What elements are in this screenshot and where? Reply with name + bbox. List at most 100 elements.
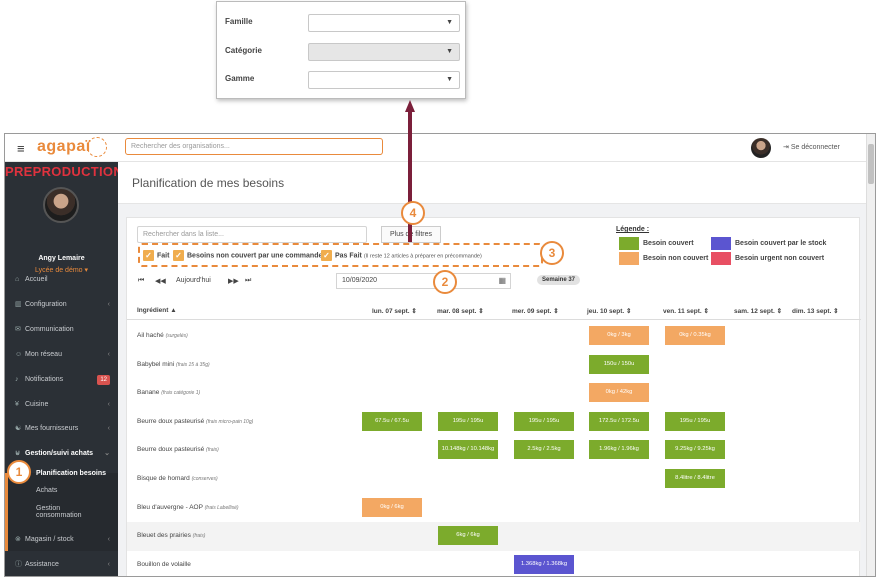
table-row: Beurre doux pasteurisé (frais micro-pain… (127, 408, 861, 437)
app-logo[interactable]: agapaï (37, 138, 91, 156)
ingredient-name[interactable]: Babybel mini (frais 15 à 35g) (137, 361, 210, 368)
next-week-button[interactable]: ▶▶ (228, 277, 239, 285)
column-header-day[interactable]: lun. 07 sept. ⇕ (372, 307, 417, 315)
non-couvert-checkbox[interactable]: ✓ Besoins non couvert par une commande (173, 250, 322, 261)
date-value: 10/09/2020 (342, 277, 378, 284)
ingredient-name[interactable]: Bisque de homard (conserves) (137, 475, 218, 482)
ingredient-name[interactable]: Beurre doux pasteurisé (frais micro-pain… (137, 418, 253, 425)
legend-besoin-couvert: Besoin couvert (619, 237, 694, 250)
sidebar-item-configuration[interactable]: ▥ Configuration ‹ (5, 293, 118, 317)
column-header-day[interactable]: sam. 12 sept. ⇕ (734, 307, 782, 315)
sidebar-item-accueil[interactable]: ⌂ Accueil (5, 268, 118, 292)
logout-link[interactable]: ⇥ Se déconnecter (783, 143, 840, 151)
categorie-label: Catégorie (225, 46, 262, 55)
column-header-day[interactable]: mer. 09 sept. ⇕ (512, 307, 559, 315)
caret-down-icon: ▼ (446, 19, 453, 26)
table-row: Banane (frais catégorie 1) 0kg / 42kg (127, 379, 861, 408)
sidebar-item-cuisine[interactable]: ¥ Cuisine ‹ (5, 393, 118, 417)
callout-4: 4 (401, 201, 425, 225)
cutlery-icon: ¥ (15, 401, 19, 408)
table-row: Beurre doux pasteurisé (frais) 10.148kg /… (127, 436, 861, 465)
column-header-day[interactable]: mar. 08 sept. ⇕ (437, 307, 484, 315)
need-cell[interactable]: 150u / 150u (589, 354, 649, 374)
need-cell[interactable]: 0kg / 0.35kg (665, 326, 725, 345)
more-filters-panel: Famille ▼ Catégorie ▼ Gamme ▼ (216, 1, 466, 99)
need-cell[interactable]: 1.96kg / 1.96kg (589, 440, 649, 460)
ingredient-name[interactable]: Bleu d'auvergne - AOP (frais Labellisé) (137, 504, 239, 511)
need-cell[interactable]: 195u / 195u (438, 411, 498, 431)
ingredient-name[interactable]: Banane (frais catégorie 1) (137, 389, 200, 396)
ingredient-label: Bouillon de volaille (137, 560, 191, 568)
sidebar-item-label: Communication (25, 326, 74, 333)
callout-3: 3 (540, 241, 564, 265)
sidebar-item-notifications[interactable]: ♪ Notifications 12 (5, 368, 118, 392)
legend-besoin-urgent: Besoin urgent non couvert (711, 252, 824, 265)
column-header-day[interactable]: ven. 11 sept. ⇕ (663, 307, 709, 315)
sidebar-subitem-gestion-consommation[interactable]: Gestion consommation (5, 505, 85, 519)
ingredient-note: (frais catégorie 1) (161, 390, 201, 397)
ingredient-name[interactable]: Bleuet des prairies (frais) (137, 532, 205, 539)
user-avatar[interactable] (751, 138, 771, 158)
topbar: ≡ agapaï Rechercher des organisations...… (5, 134, 867, 162)
chevron-left-icon: ‹ (107, 425, 110, 432)
first-week-button[interactable]: ⏮ (138, 277, 144, 285)
need-cell[interactable]: 0kg / 3kg (589, 326, 649, 345)
ingredient-note: (conserves) (191, 476, 218, 482)
date-input[interactable]: 10/09/2020 ▦ (336, 273, 511, 289)
handshake-icon: ☯ (15, 425, 22, 432)
profile-avatar[interactable] (43, 187, 79, 223)
planning-card: Rechercher dans la liste... Plus de filt… (126, 217, 861, 576)
pas-fait-checkbox[interactable]: ✓ Pas Fait (Il reste 12 articles à prépar… (321, 250, 482, 261)
sidebar-item-magasin-stock[interactable]: ⊗ Magasin / stock ‹ (5, 528, 118, 552)
legend-label: Besoin non couvert (643, 255, 709, 262)
need-cell[interactable]: 2.5kg / 2.5kg (514, 440, 574, 460)
need-cell[interactable]: 6kg / 6kg (438, 526, 498, 546)
previous-week-button[interactable]: ◀◀ (155, 277, 166, 285)
gamme-select[interactable]: ▼ (308, 71, 460, 89)
ingredient-name[interactable]: Ail haché (surgelés) (137, 332, 188, 339)
need-cell[interactable]: 0kg / 6kg (362, 497, 422, 517)
table-row: Babybel mini (frais 15 à 35g) 150u / 150u (127, 351, 861, 380)
need-cell[interactable]: 172.5u / 172.5u (589, 411, 649, 431)
table-row: Ail haché (surgelés) 0kg / 3kg 0kg / 0.35k… (127, 322, 861, 351)
chevron-left-icon: ‹ (107, 401, 110, 408)
need-cell[interactable]: 67.5u / 67.5u (362, 411, 422, 431)
scrollbar-thumb[interactable] (868, 144, 874, 184)
hamburger-menu-icon[interactable]: ≡ (17, 141, 25, 156)
famille-select[interactable]: ▼ (308, 14, 460, 32)
sidebar-item-mes-fournisseurs[interactable]: ☯ Mes fournisseurs ‹ (5, 417, 118, 441)
fait-checkbox[interactable]: ✓ Fait (143, 250, 169, 261)
need-cell[interactable]: 8.4litre / 8.4litre (665, 469, 725, 488)
ingredient-name[interactable]: Bouillon de volaille (137, 561, 191, 568)
categorie-select[interactable]: ▼ (308, 43, 460, 61)
column-header-day[interactable]: jeu. 10 sept. ⇕ (587, 307, 631, 315)
chevron-left-icon: ‹ (107, 301, 110, 308)
ingredient-name[interactable]: Beurre doux pasteurisé (frais) (137, 446, 219, 453)
scrollbar[interactable] (866, 134, 875, 576)
need-cell[interactable]: 9.25kg / 9.25kg (665, 440, 725, 460)
need-cell[interactable]: 1.368kg / 1.368kg (514, 554, 574, 574)
need-cell[interactable]: 195u / 195u (665, 411, 725, 431)
legend-swatch (711, 252, 731, 265)
sidebar-item-assistance[interactable]: ⓘ Assistance ‹ (5, 553, 118, 576)
today-button[interactable]: Aujourd'hui (176, 277, 211, 284)
calendar-icon[interactable]: ▦ (498, 276, 506, 285)
ingredient-label: Banane (137, 389, 160, 397)
list-search-input[interactable]: Rechercher dans la liste... (137, 226, 367, 243)
legend-swatch (619, 237, 639, 250)
table-row: Bleu d'auvergne - AOP (frais Labellisé) 0… (127, 494, 861, 523)
need-cell[interactable]: 0kg / 42kg (589, 383, 649, 403)
column-header-ingredient[interactable]: Ingrédient ▲ (137, 307, 177, 314)
column-header-day[interactable]: dim. 13 sept. ⇕ (792, 307, 839, 315)
need-cell[interactable]: 10.148kg / 10.148kg (438, 440, 498, 460)
organisation-search-input[interactable]: Rechercher des organisations... (125, 138, 383, 155)
sidebar-subitem-achats[interactable]: Achats (5, 487, 118, 494)
sidebar-item-mon-r-seau[interactable]: ☺ Mon réseau ‹ (5, 343, 118, 367)
need-cell[interactable]: 195u / 195u (514, 411, 574, 431)
legend-swatch (619, 252, 639, 265)
last-week-button[interactable]: ⏭ (245, 277, 251, 285)
sidebar-item-label: Cuisine (25, 401, 49, 408)
sidebar-item-label: Assistance (25, 561, 59, 568)
sidebar-item-communication[interactable]: ✉ Communication (5, 318, 118, 342)
chevron-down-icon: ⌄ (104, 450, 110, 457)
